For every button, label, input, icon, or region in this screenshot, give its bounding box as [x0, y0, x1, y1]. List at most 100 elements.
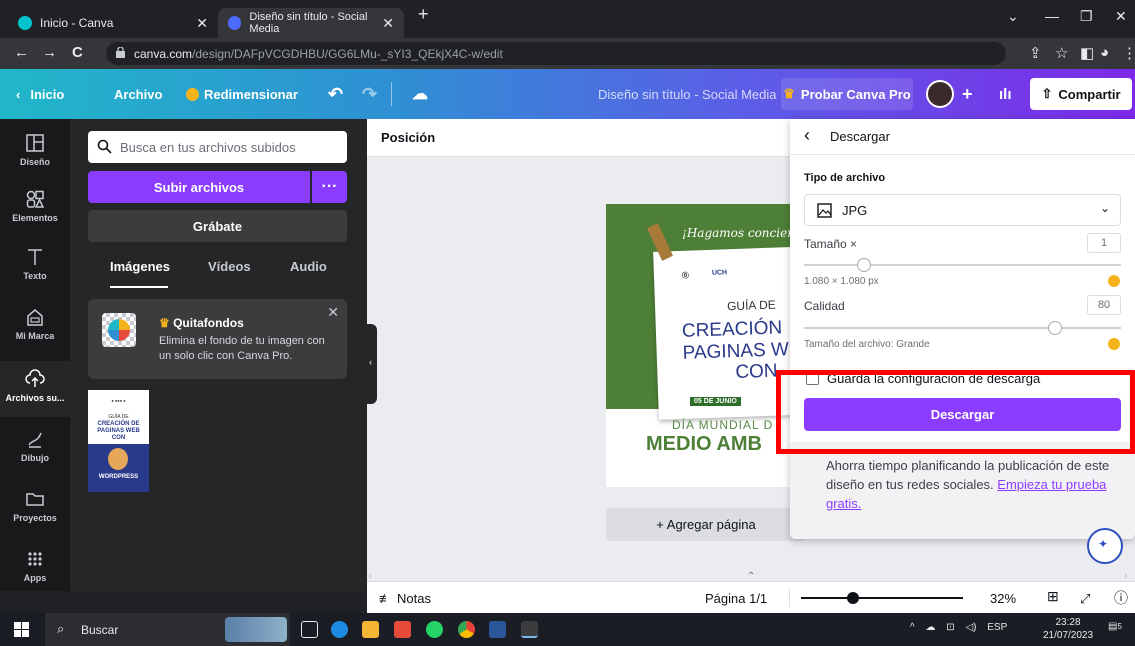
tab-audio[interactable]: Audio [290, 259, 327, 274]
add-collaborator-icon[interactable]: + [962, 69, 973, 119]
add-page-button[interactable]: + Agregar página [606, 508, 806, 541]
quality-slider[interactable] [804, 327, 1121, 329]
close-tab-icon[interactable]: ✕ [196, 15, 208, 32]
magic-assistant-button[interactable]: ✦ [1087, 528, 1123, 564]
search-input[interactable]: Busca en tus archivos subidos [88, 131, 347, 163]
rail-item-apps[interactable]: Apps [0, 541, 70, 597]
rail-item-design[interactable]: Diseño [0, 125, 70, 181]
network-icon[interactable]: ⊡ [946, 622, 954, 633]
menu-kebab-icon[interactable]: ⋮ [1122, 44, 1135, 62]
rail-item-uploads[interactable]: Archivos su... [0, 361, 70, 417]
url-field[interactable]: canva.com/design/DAFpVCGDHBU/GG6LMu-_sYI… [106, 42, 1006, 65]
insights-icon[interactable]: ılı [999, 69, 1012, 119]
profile-icon[interactable]: ◕ [1100, 44, 1109, 61]
crown-icon [186, 87, 199, 101]
file-type-select[interactable]: JPG ⌄ [804, 194, 1121, 226]
tab-diseno[interactable]: Diseño sin título - Social Media ✕ [218, 8, 404, 38]
cloud-icon[interactable]: ☁ [925, 622, 935, 633]
thumb-line2: CREACIÓN DE [97, 421, 140, 427]
zoom-value[interactable]: 32% [990, 591, 1016, 606]
size-slider[interactable] [804, 264, 1121, 266]
tray-chevron-icon[interactable]: ^ [910, 622, 915, 633]
minimize-icon[interactable]: — [1045, 8, 1059, 24]
rail-item-projects[interactable]: Proyectos [0, 481, 70, 537]
edge-icon[interactable] [331, 621, 348, 638]
close-window-icon[interactable]: ✕ [1115, 8, 1127, 25]
crown-icon [1108, 275, 1120, 287]
file-menu[interactable]: Archivo [114, 69, 162, 119]
tab-images[interactable]: Imágenes [110, 259, 170, 274]
tab-inicio-canva[interactable]: Inicio - Canva ✕ [8, 8, 218, 38]
uploaded-image-thumbnail[interactable]: ● ●●● ● GUÍA DE CREACIÓN DE PAGINAS WEB … [88, 390, 149, 492]
tab-search-icon[interactable]: ⌄ [1007, 8, 1019, 25]
close-tab-icon[interactable]: ✕ [382, 15, 394, 32]
rail-item-draw[interactable]: Dibujo [0, 421, 70, 477]
rail-item-elements[interactable]: Elementos [0, 181, 70, 237]
file-explorer-icon[interactable] [362, 621, 379, 638]
brave-icon[interactable] [394, 621, 411, 638]
windows-taskbar: ⌕ Buscar ^ ☁ ⊡ ◁) ESP 23:28 21/07/2023 ▤… [0, 613, 1135, 646]
position-button[interactable]: Posición [381, 130, 435, 145]
collapse-panel-handle[interactable]: ‹ [367, 324, 377, 404]
taskbar-clock[interactable]: 23:28 21/07/2023 [1043, 616, 1093, 642]
back-icon[interactable]: ← [14, 44, 29, 61]
redo-icon[interactable]: ↷ [362, 69, 377, 119]
document-title[interactable]: Diseño sin título - Social Media [598, 69, 776, 119]
draw-icon [28, 432, 42, 448]
notes-button[interactable]: ≢ Notas [379, 591, 431, 606]
text-icon [28, 249, 42, 265]
fullscreen-icon[interactable]: ⤢ [1080, 591, 1090, 607]
restore-icon[interactable]: ❐ [1080, 8, 1093, 25]
new-tab-button[interactable]: + [418, 4, 429, 25]
upload-more-button[interactable]: ··· [312, 171, 347, 203]
record-yourself-button[interactable]: Grábate [88, 210, 347, 242]
cloud-saved-icon: ☁ [412, 86, 428, 103]
search-icon [97, 139, 112, 154]
zoom-slider-thumb[interactable] [846, 592, 859, 604]
forward-icon[interactable]: → [42, 44, 57, 61]
search-highlight-image [225, 617, 287, 642]
tab-videos[interactable]: Vídeos [208, 259, 251, 274]
page-indicator[interactable]: Página 1/1 [705, 591, 767, 606]
rail-item-text[interactable]: Texto [0, 239, 70, 295]
zoom-slider[interactable] [801, 592, 963, 604]
bookmark-star-icon[interactable]: ☆ [1055, 44, 1068, 62]
rail-label: Texto [23, 271, 47, 281]
download-panel: ‹ Descargar Tipo de archivo JPG ⌄ Tamaño… [790, 119, 1135, 539]
quality-input[interactable]: 80 [1087, 295, 1121, 315]
word-icon[interactable] [489, 621, 506, 638]
notifications-icon[interactable]: ▤5 [1108, 621, 1124, 637]
close-icon[interactable]: ✕ [327, 304, 339, 321]
language-indicator[interactable]: ESP [987, 622, 1007, 633]
thumb-line3: PAGINAS WEB [97, 428, 140, 434]
home-button[interactable]: ‹ Inicio [16, 69, 64, 119]
size-slider-thumb[interactable] [857, 258, 871, 272]
help-icon[interactable]: ⓘ [1114, 588, 1128, 608]
chevron-left-icon: ‹ [16, 86, 21, 102]
whatsapp-icon[interactable] [426, 621, 443, 638]
bg-remover-promo[interactable]: ♛ Quitafondos Elimina el fondo de tu ima… [88, 299, 347, 379]
quality-slider-thumb[interactable] [1048, 321, 1062, 335]
design-line4: CON [735, 360, 778, 384]
side-panel-icon[interactable]: ◧ [1080, 44, 1094, 62]
chrome-canary-icon[interactable] [521, 621, 538, 638]
rail-item-brand[interactable]: Mi Marca [0, 299, 70, 355]
taskbar-search[interactable]: ⌕ Buscar [45, 613, 290, 646]
reload-icon[interactable]: C [72, 44, 83, 61]
chevron-left-icon[interactable]: ‹ [804, 125, 810, 146]
windows-start-icon[interactable] [14, 622, 29, 637]
task-view-icon[interactable] [301, 621, 318, 638]
grid-view-icon[interactable]: ⊞ [1047, 588, 1059, 605]
size-multiplier-input[interactable]: 1 [1087, 233, 1121, 253]
system-tray: ^ ☁ ⊡ ◁) ESP [910, 622, 1007, 633]
avatar[interactable] [926, 69, 954, 119]
try-pro-button[interactable]: ♛ Probar Canva Pro [781, 78, 913, 110]
chevron-down-icon: ⌄ [1099, 201, 1110, 215]
share-page-icon[interactable]: ⇪ [1029, 44, 1042, 62]
undo-icon[interactable]: ↶ [328, 69, 343, 119]
upload-files-button[interactable]: Subir archivos [88, 171, 310, 203]
volume-icon[interactable]: ◁) [965, 622, 976, 633]
resize-button[interactable]: Redimensionar [186, 69, 298, 119]
share-button[interactable]: ⇧ Compartir [1030, 78, 1132, 110]
chrome-icon[interactable] [458, 621, 475, 638]
